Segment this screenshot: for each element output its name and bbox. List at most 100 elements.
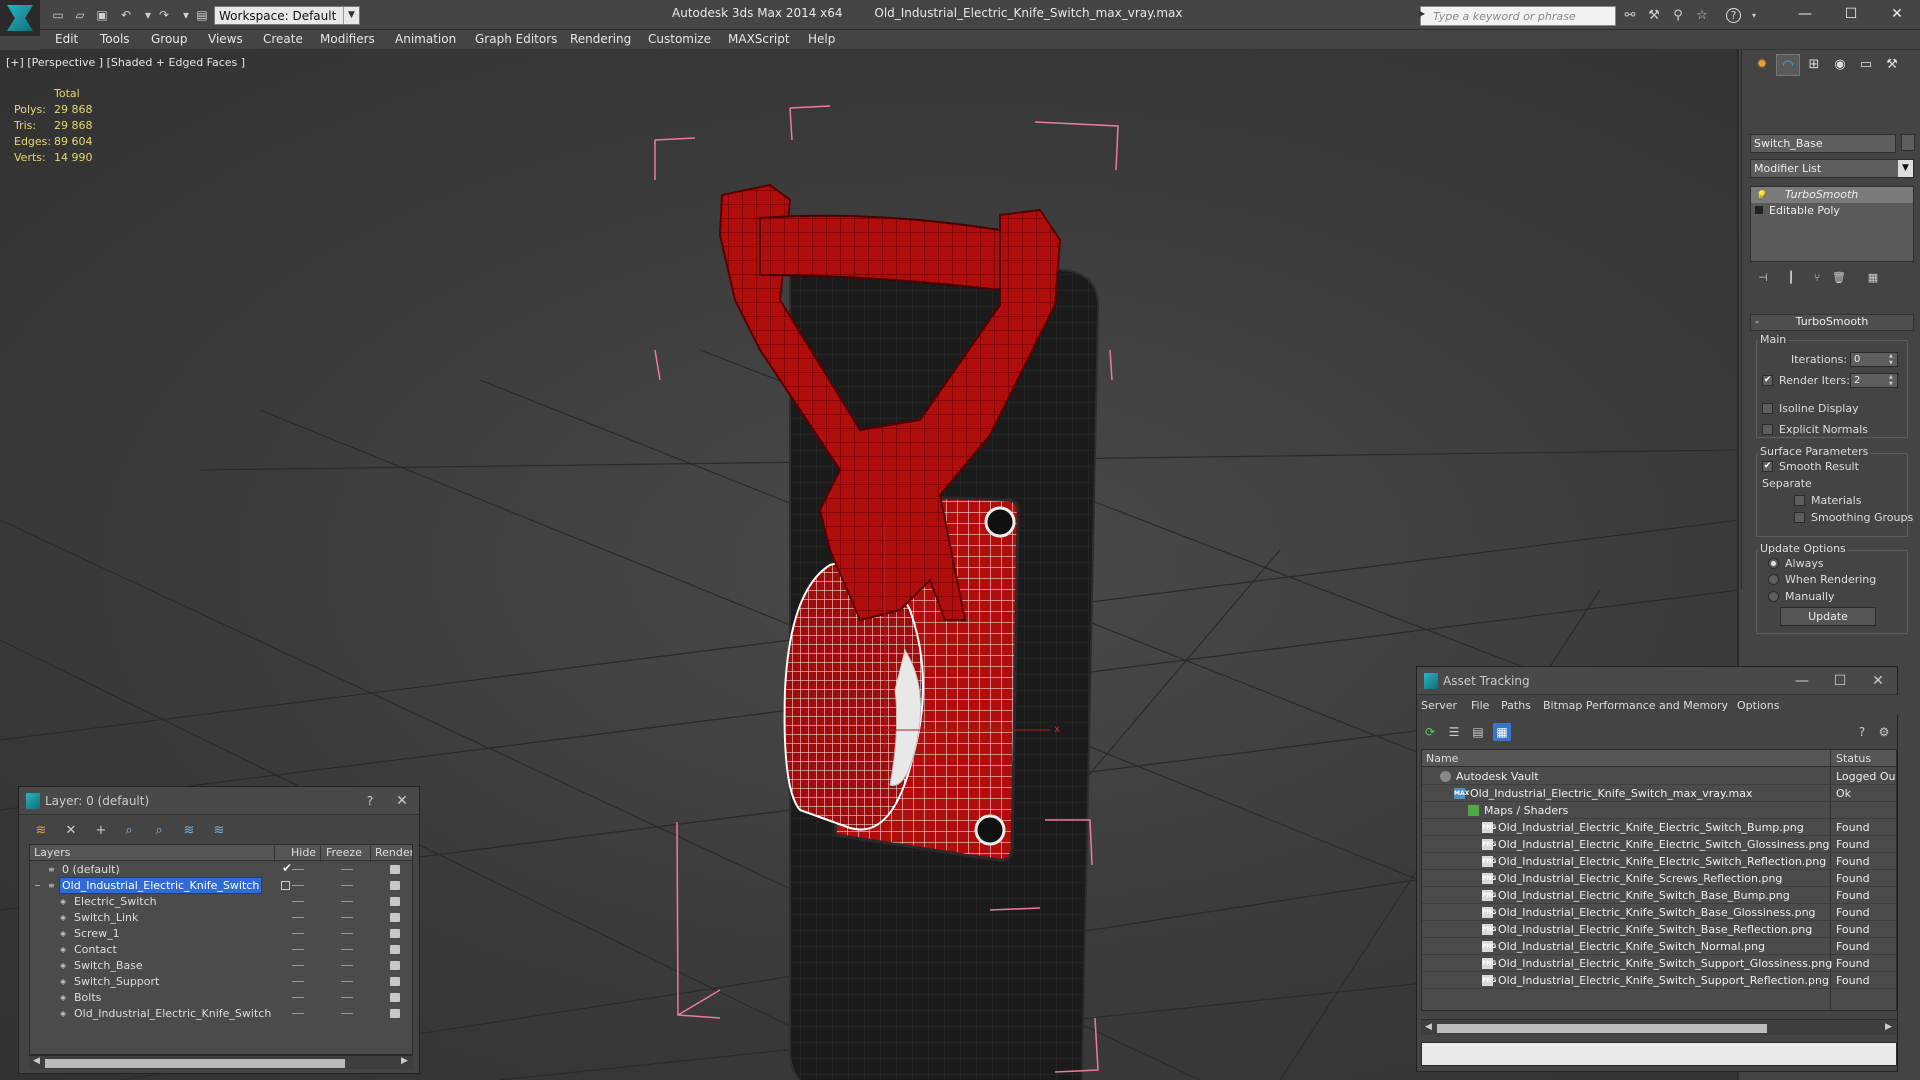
iterations-spinner[interactable]: 0	[1850, 352, 1898, 367]
render-teapot-icon[interactable]	[390, 977, 400, 986]
scroll-thumb[interactable]	[45, 1059, 345, 1068]
asset-row[interactable]: MAX Old_Industrial_Electric_Knife_Switch_…	[1422, 785, 1896, 802]
hide-toggle[interactable]	[292, 981, 304, 982]
hide-toggle[interactable]	[292, 965, 304, 966]
highlight-layer-icon[interactable]: ⌕	[149, 821, 169, 841]
close-button[interactable]: ✕	[1874, 2, 1920, 28]
layer-name[interactable]: Bolts	[72, 990, 103, 1005]
asset-row[interactable]: PNG Old_Industrial_Electric_Knife_Switch_…	[1422, 921, 1896, 938]
collapse-icon[interactable]: −	[34, 881, 43, 890]
column-freeze[interactable]: Freeze	[326, 846, 362, 859]
layer-row[interactable]: ≡ 0 (default) ✔	[30, 861, 412, 878]
menu-graph-editors[interactable]: Graph Editors	[475, 32, 557, 46]
freeze-all-layers-icon[interactable]: ≋	[209, 821, 229, 841]
minimize-button[interactable]: —	[1787, 670, 1817, 692]
layer-row[interactable]: ◈ Bolts	[30, 990, 412, 1006]
asset-path-status-field[interactable]	[1421, 1042, 1897, 1066]
binoculars-icon[interactable]: ⚯	[1622, 8, 1638, 24]
utilities-tab-icon[interactable]: ⚒	[1880, 54, 1904, 76]
layer-row[interactable]: ◈ Electric_Switch	[30, 894, 412, 910]
set-current-layer-box[interactable]	[281, 881, 290, 890]
menu-maxscript[interactable]: MAXScript	[728, 32, 790, 46]
render-teapot-icon[interactable]	[390, 881, 400, 890]
expand-plus-icon[interactable]	[1755, 206, 1763, 214]
asset-row[interactable]: Maps / Shaders	[1422, 802, 1896, 819]
create-layer-icon[interactable]: ≋	[31, 821, 51, 841]
select-objects-icon[interactable]: ⌕	[119, 821, 139, 841]
hide-toggle[interactable]	[292, 869, 304, 870]
asset-menu-server[interactable]: Server	[1421, 699, 1457, 712]
add-to-layer-icon[interactable]: +	[91, 821, 111, 841]
layer-name[interactable]: Electric_Switch	[72, 894, 159, 909]
render-teapot-icon[interactable]	[390, 897, 400, 906]
close-button[interactable]: ✕	[387, 790, 417, 812]
layer-name[interactable]: 0 (default)	[60, 862, 122, 877]
render-iters-checkbox[interactable]: ✔	[1762, 375, 1773, 386]
new-file-icon[interactable]: ▭	[50, 7, 66, 23]
minimize-button[interactable]: —	[1782, 2, 1828, 28]
create-tab-icon[interactable]: ✹	[1750, 54, 1774, 76]
communication-icon[interactable]: ⚲	[1670, 8, 1686, 24]
render-teapot-icon[interactable]	[390, 865, 400, 874]
asset-row[interactable]: PNG Old_Industrial_Electric_Knife_Switch_…	[1422, 887, 1896, 904]
turbosmooth-rollout-title[interactable]: - TurboSmooth	[1750, 314, 1914, 331]
app-logo-icon[interactable]	[0, 0, 40, 36]
menu-edit[interactable]: Edit	[55, 32, 78, 46]
close-button[interactable]: ✕	[1863, 670, 1893, 692]
freeze-toggle[interactable]	[341, 885, 353, 886]
hide-toggle[interactable]	[292, 1013, 304, 1014]
isoline-display-checkbox[interactable]	[1762, 403, 1773, 414]
update-button[interactable]: Update	[1780, 607, 1876, 626]
asset-menu-options[interactable]: Options	[1737, 699, 1779, 712]
layer-name[interactable]: Switch_Link	[72, 910, 140, 925]
asset-row[interactable]: PNG Old_Industrial_Electric_Knife_Electri…	[1422, 853, 1896, 870]
asset-menu-file[interactable]: File	[1471, 699, 1489, 712]
show-end-result-icon[interactable]: ┃	[1782, 270, 1800, 286]
asset-row[interactable]: Autodesk Vault Logged Out	[1422, 768, 1896, 785]
chevron-down-icon[interactable]: ▼	[1898, 160, 1913, 177]
chevron-down-icon[interactable]: ▼	[343, 7, 359, 24]
collapse-icon[interactable]: -	[1755, 315, 1759, 328]
menu-animation[interactable]: Animation	[395, 32, 456, 46]
layer-row[interactable]: ◈ Switch_Link	[30, 910, 412, 926]
render-iters-spinner[interactable]: 2	[1850, 373, 1898, 388]
menu-group[interactable]: Group	[151, 32, 188, 46]
menu-rendering[interactable]: Rendering	[570, 32, 631, 46]
remove-modifier-icon[interactable]: 🗑	[1830, 270, 1848, 286]
hide-toggle[interactable]	[292, 997, 304, 998]
asset-row[interactable]: PNG Old_Industrial_Electric_Knife_Switch_…	[1422, 938, 1896, 955]
hide-toggle[interactable]	[292, 949, 304, 950]
layer-horizontal-scrollbar[interactable]: ◀ ▶	[29, 1055, 413, 1069]
layer-name[interactable]: Switch_Support	[72, 974, 161, 989]
column-name[interactable]: Name	[1426, 752, 1458, 765]
manually-radio[interactable]	[1768, 591, 1779, 602]
asset-row[interactable]: PNG Old_Industrial_Electric_Knife_Switch_…	[1422, 904, 1896, 921]
layer-row[interactable]: ◈ Switch_Support	[30, 974, 412, 990]
layer-name[interactable]: Old_Industrial_Electric_Knife_Switch	[58, 877, 263, 894]
scroll-thumb[interactable]	[1437, 1024, 1767, 1033]
column-status[interactable]: Status	[1836, 752, 1871, 765]
render-teapot-icon[interactable]	[390, 945, 400, 954]
redo-icon[interactable]: ↷	[156, 7, 172, 23]
asset-row[interactable]: PNG Old_Industrial_Electric_Knife_Electri…	[1422, 819, 1896, 836]
layer-name[interactable]: Contact	[72, 942, 119, 957]
layer-row[interactable]: ◈ Contact	[30, 942, 412, 958]
freeze-toggle[interactable]	[341, 901, 353, 902]
menu-help[interactable]: Help	[808, 32, 835, 46]
maximize-button[interactable]: ☐	[1825, 670, 1855, 692]
explicit-normals-checkbox[interactable]	[1762, 424, 1773, 435]
undo-dropdown-icon[interactable]: ▾	[140, 7, 156, 23]
lightbulb-icon[interactable]: 💡	[1755, 191, 1766, 201]
tree-view-icon[interactable]: ▤	[1469, 723, 1487, 741]
layer-row[interactable]: ◈ Old_Industrial_Electric_Knife_Switch	[30, 1006, 412, 1022]
render-teapot-icon[interactable]	[390, 929, 400, 938]
delete-layer-icon[interactable]: ✕	[61, 821, 81, 841]
current-layer-check-icon[interactable]: ✔	[282, 861, 292, 875]
freeze-toggle[interactable]	[341, 869, 353, 870]
layer-row[interactable]: − ≡ Old_Industrial_Electric_Knife_Switch	[30, 877, 412, 894]
column-render[interactable]: Render	[375, 846, 412, 859]
save-file-icon[interactable]: ▣	[94, 7, 110, 23]
favorites-star-icon[interactable]: ☆	[1694, 8, 1710, 24]
hide-toggle[interactable]	[292, 901, 304, 902]
motion-tab-icon[interactable]: ◉	[1828, 54, 1852, 76]
